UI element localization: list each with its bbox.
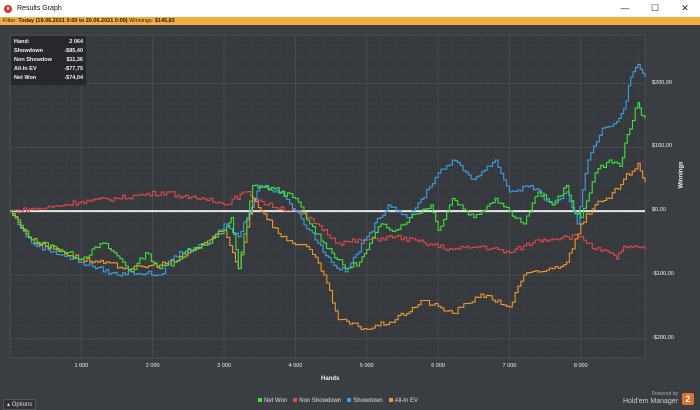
legend-swatch-icon xyxy=(347,398,352,403)
options-button[interactable]: ▴ Options xyxy=(3,399,37,410)
y-tick-label: $0,00 xyxy=(652,207,666,214)
powered-by: Powered by Hold'em Manager xyxy=(623,391,678,405)
stat-value: $11,36 xyxy=(66,57,83,63)
x-tick-label: 1 000 xyxy=(74,363,89,369)
stat-label: Non Showdow xyxy=(14,57,52,63)
stat-row: All-In EV -$77,75 xyxy=(14,65,83,74)
stat-label: Hand: xyxy=(14,39,30,45)
x-tick-label: 2 000 xyxy=(145,363,160,369)
hm-logo-icon: 2 xyxy=(682,393,694,405)
results-chart[interactable] xyxy=(0,0,700,410)
stat-label: All-In EV xyxy=(14,66,37,72)
legend: Net Won Non Showdown Showdown All-In EV xyxy=(258,398,418,404)
legend-swatch-icon xyxy=(258,398,262,403)
legend-swatch-icon xyxy=(293,398,298,403)
stat-label: Showdown xyxy=(14,48,44,54)
x-axis-title: Hands xyxy=(321,376,340,382)
hover-stats-box: Hand: 2 064 Showdown -$85,40 Non Showdow $11,… xyxy=(11,36,86,85)
stat-value: -$74,04 xyxy=(64,75,83,81)
stat-value: 2 064 xyxy=(69,39,83,45)
stat-row: Hand: 2 064 xyxy=(14,38,83,47)
x-tick-label: 5 000 xyxy=(359,363,374,369)
legend-item[interactable]: Net Won xyxy=(258,398,287,404)
legend-item[interactable]: Showdown xyxy=(347,398,383,404)
x-tick-label: 7 000 xyxy=(502,363,517,369)
stat-row: Net Won -$74,04 xyxy=(14,74,83,83)
x-tick-label: 3 000 xyxy=(217,363,231,369)
stat-label: Net Won xyxy=(14,75,37,81)
legend-label: Net Won xyxy=(264,398,288,404)
y-tick-label: $100,00 xyxy=(652,143,672,150)
legend-label: Showdown xyxy=(353,398,383,404)
legend-item[interactable]: Non Showdown xyxy=(293,398,341,404)
stat-value: -$85,40 xyxy=(64,48,83,54)
y-tick-label: $200,00 xyxy=(652,79,672,86)
legend-item[interactable]: All-In EV xyxy=(388,398,418,404)
legend-label: Non Showdown xyxy=(299,398,342,404)
legend-swatch-icon xyxy=(388,398,393,403)
legend-label: All-In EV xyxy=(394,398,418,404)
y-tick-label: -$200,00 xyxy=(652,334,674,341)
y-tick-label: -$100,00 xyxy=(652,271,674,278)
stat-row: Non Showdow $11,36 xyxy=(14,56,83,65)
stat-row: Showdown -$85,40 xyxy=(14,47,83,56)
x-tick-label: 6 000 xyxy=(431,363,445,369)
y-axis-title: Winnings xyxy=(678,161,685,189)
x-tick-label: 4 000 xyxy=(288,363,303,369)
stat-value: -$77,75 xyxy=(64,66,83,72)
x-tick-label: 8 000 xyxy=(573,363,588,369)
brand-name: Hold'em Manager xyxy=(622,398,678,405)
options-label: Options xyxy=(11,402,33,408)
powered-by-text: Powered by xyxy=(651,391,678,397)
